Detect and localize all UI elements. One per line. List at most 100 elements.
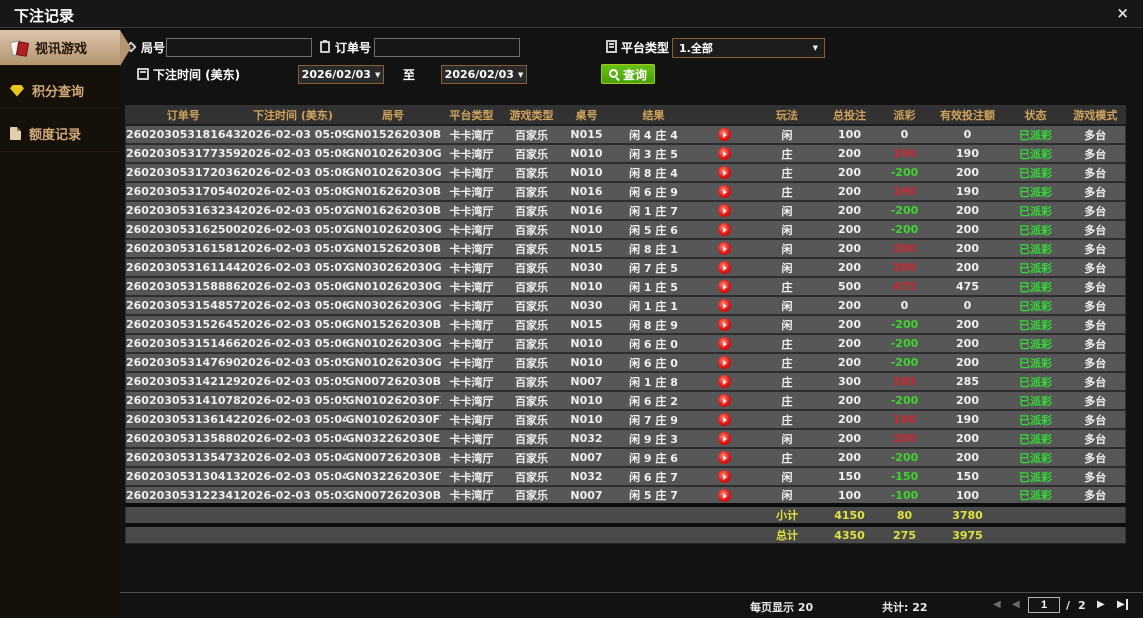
platform-select[interactable]: 1.全部 ▼ xyxy=(672,38,825,58)
cell-table_no: N010 xyxy=(560,391,613,411)
cell-status: 已派彩 xyxy=(1005,144,1066,164)
play-icon[interactable] xyxy=(718,470,731,484)
cell-platform: 卡卡湾厅 xyxy=(440,277,503,297)
sidebar-item-points-query[interactable]: 积分查询 xyxy=(0,73,120,109)
cell-payout: 0 xyxy=(879,125,930,145)
play-icon[interactable] xyxy=(718,185,731,199)
cell-status: 已派彩 xyxy=(1005,448,1066,468)
cell-valid_bet: 200 xyxy=(929,391,1006,411)
play-icon[interactable] xyxy=(718,318,731,332)
round-input[interactable] xyxy=(166,38,312,57)
cell-mode: 多台 xyxy=(1065,429,1126,449)
cell-time: 2026-02-03 05:04:54 xyxy=(240,429,346,449)
play-icon[interactable] xyxy=(718,375,731,389)
cell-game: 百家乐 xyxy=(502,163,561,183)
cell-result: 闲 9 庄 6 xyxy=(612,448,695,468)
cell-total_bet: 200 xyxy=(819,239,880,259)
page-input[interactable] xyxy=(1028,597,1060,613)
cell-round: GN032262030EU xyxy=(345,429,441,449)
cell-game: 百家乐 xyxy=(502,486,561,506)
subtotal-row-label: 小计 xyxy=(754,503,820,526)
status-badge: 已派彩 xyxy=(1019,261,1052,275)
cell-table_no: N010 xyxy=(560,353,613,373)
play-icon[interactable] xyxy=(718,223,731,237)
cell-result: 闲 1 庄 7 xyxy=(612,201,695,221)
cell-replay xyxy=(694,296,755,316)
cell-bet_on: 庄 xyxy=(754,277,820,297)
date-from-picker[interactable]: 2026/02/03 ▼ xyxy=(298,65,384,84)
cell-round: GN010262030FZ xyxy=(345,391,441,411)
page-count: 2 xyxy=(1078,599,1086,612)
subtotal-row: 小计 4150 80 3780 xyxy=(125,503,1126,526)
play-icon[interactable] xyxy=(718,166,731,180)
play-icon[interactable] xyxy=(718,261,731,275)
list-icon xyxy=(606,40,617,53)
chevron-down-icon: ▼ xyxy=(517,70,524,79)
play-icon[interactable] xyxy=(718,394,731,408)
column-header: 游戏模式 xyxy=(1065,105,1126,126)
cell-platform: 卡卡湾厅 xyxy=(440,334,503,354)
close-icon[interactable]: × xyxy=(1116,4,1129,22)
search-button[interactable]: 查询 xyxy=(601,64,656,84)
order-input[interactable] xyxy=(374,38,520,57)
cell-result: 闲 6 庄 9 xyxy=(612,182,695,202)
cell-time: 2026-02-03 05:04:52 xyxy=(240,448,346,468)
cell-payout: -200 xyxy=(879,220,930,240)
play-icon[interactable] xyxy=(718,413,731,427)
cell-round: GN030262030G6 xyxy=(345,296,441,316)
play-icon[interactable] xyxy=(718,280,731,294)
play-icon[interactable] xyxy=(718,356,731,370)
play-icon[interactable] xyxy=(718,147,731,161)
subtotal-row-value: 3780 xyxy=(929,503,1006,526)
status-badge: 已派彩 xyxy=(1019,185,1052,199)
cell-total_bet: 200 xyxy=(819,353,880,373)
cell-platform: 卡卡湾厅 xyxy=(440,182,503,202)
cell-time: 2026-02-03 05:05:20 xyxy=(240,391,346,411)
play-icon[interactable] xyxy=(718,299,731,313)
date-to-picker[interactable]: 2026/02/03 ▼ xyxy=(441,65,527,84)
cell-total_bet: 200 xyxy=(819,163,880,183)
cell-payout: 190 xyxy=(879,410,930,430)
cell-round: GN016262030B5 xyxy=(345,201,441,221)
play-icon[interactable] xyxy=(718,488,731,502)
prev-page-icon[interactable]: ◀ xyxy=(1012,599,1020,610)
cell-time: 2026-02-03 05:07:20 xyxy=(240,201,346,221)
cell-table_no: N007 xyxy=(560,486,613,506)
table-row: 2602030531548572026-02-03 05:06:36GN0302… xyxy=(125,296,1126,316)
status-badge: 已派彩 xyxy=(1019,432,1052,446)
play-icon[interactable] xyxy=(718,432,731,446)
cell-order: 260203053122341 xyxy=(125,486,241,506)
cell-platform: 卡卡湾厅 xyxy=(440,239,503,259)
column-header: 结果 xyxy=(612,105,695,126)
cell-valid_bet: 200 xyxy=(929,353,1006,373)
cell-time: 2026-02-03 05:06:36 xyxy=(240,296,346,316)
cell-platform: 卡卡湾厅 xyxy=(440,486,503,506)
cell-total_bet: 200 xyxy=(819,391,880,411)
play-icon[interactable] xyxy=(718,128,731,142)
first-page-icon[interactable]: ◀ xyxy=(993,599,1001,610)
play-icon[interactable] xyxy=(718,451,731,465)
cell-valid_bet: 150 xyxy=(929,467,1006,487)
cell-order: 260203053141078 xyxy=(125,391,241,411)
sidebar-item-video-games[interactable]: 视讯游戏 xyxy=(0,30,131,66)
cell-bet_on: 庄 xyxy=(754,372,820,392)
last-page-icon[interactable]: ▶ xyxy=(1117,599,1128,610)
sidebar-item-credit-records[interactable]: 额度记录 xyxy=(0,116,120,152)
play-icon[interactable] xyxy=(718,204,731,218)
next-page-icon[interactable]: ▶ xyxy=(1097,599,1105,610)
cell-time: 2026-02-03 05:08:11 xyxy=(240,163,346,183)
cell-bet_on: 庄 xyxy=(754,391,820,411)
platform-label: 平台类型 xyxy=(621,41,670,55)
cell-game: 百家乐 xyxy=(502,467,561,487)
play-icon[interactable] xyxy=(718,242,731,256)
round-label: 局号 xyxy=(141,41,166,55)
play-icon[interactable] xyxy=(718,337,731,351)
cell-status: 已派彩 xyxy=(1005,334,1066,354)
cell-valid_bet: 200 xyxy=(929,334,1006,354)
cell-result: 闲 8 庄 4 xyxy=(612,163,695,183)
cell-result: 闲 9 庄 3 xyxy=(612,429,695,449)
cell-bet_on: 庄 xyxy=(754,144,820,164)
cell-payout: -200 xyxy=(879,353,930,373)
search-icon xyxy=(609,68,620,80)
cell-order: 260203053177359 xyxy=(125,144,241,164)
